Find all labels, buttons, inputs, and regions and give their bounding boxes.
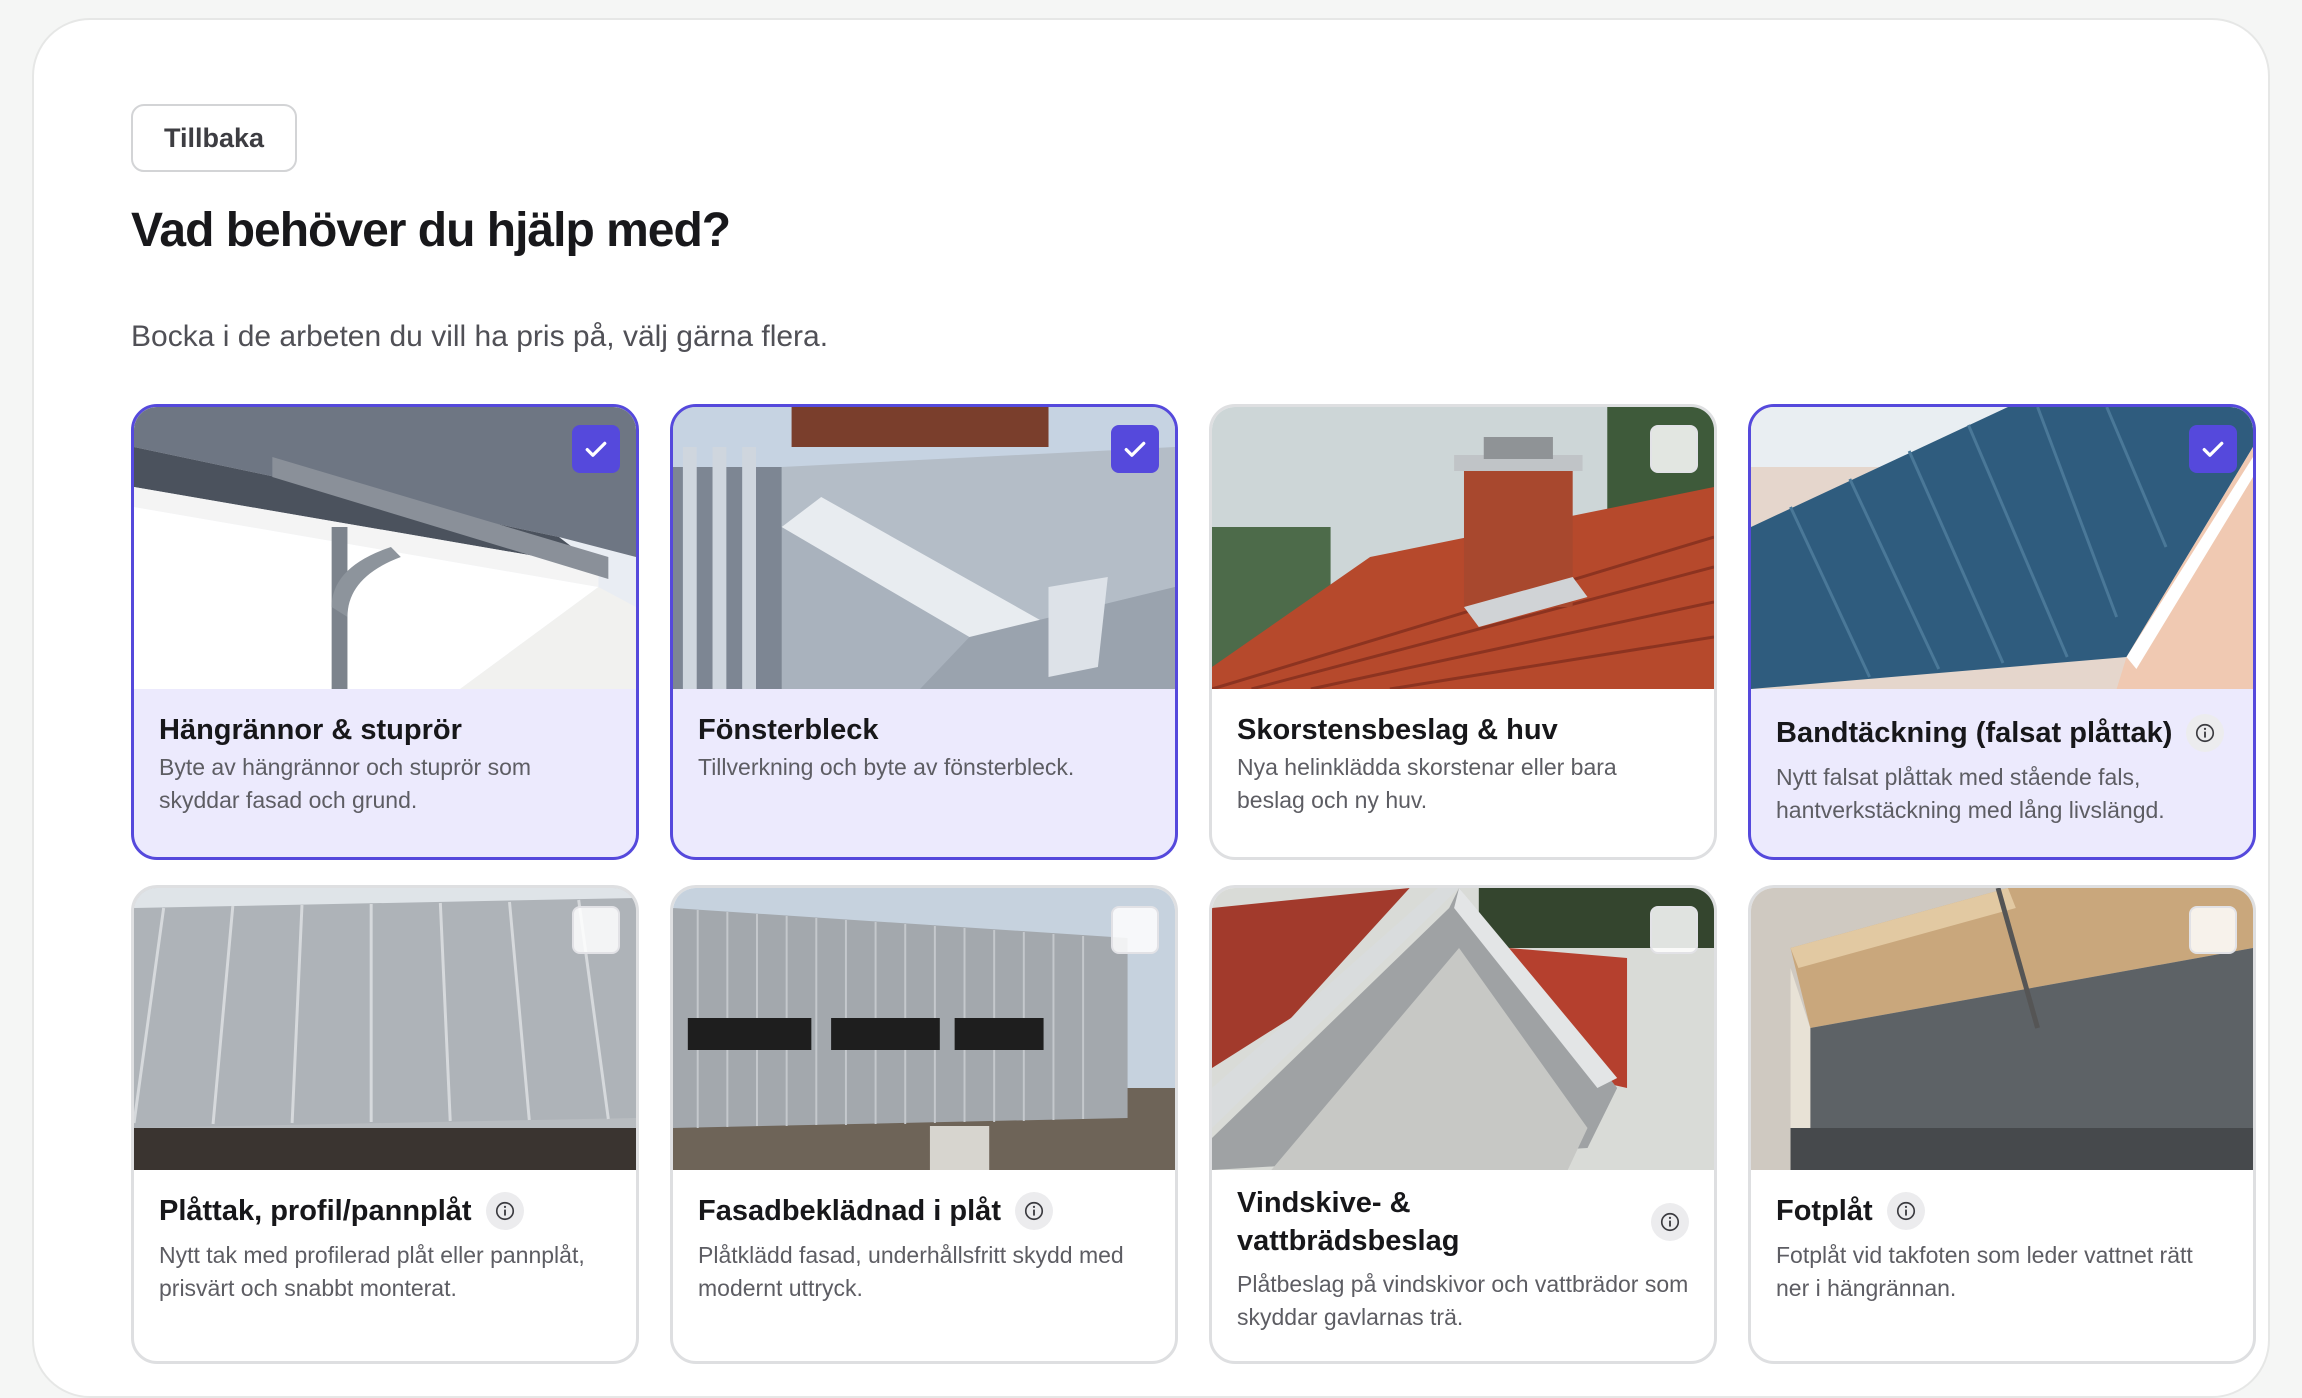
card-title-row: Fasadbeklädnad i plåt — [698, 1192, 1150, 1230]
checkbox[interactable] — [1650, 425, 1698, 473]
card-description: Byte av hängrännor och stuprör som skydd… — [159, 754, 532, 813]
card-description: Tillverkning och byte av fönsterbleck. — [698, 754, 1075, 780]
info-icon[interactable] — [1886, 1192, 1925, 1230]
card-title-row: Skorstensbeslag & huv — [1237, 711, 1689, 749]
card-title: Fasadbeklädnad i plåt — [698, 1195, 1001, 1227]
card-title: Bandtäckning (falsat plåttak) — [1776, 717, 2173, 749]
card-body: Plåttak, profil/pannplåt Nytt tak med pr… — [159, 1170, 611, 1361]
card-body: Vindskive- & vattbrädsbeslag Plåtbeslag … — [1237, 1170, 1689, 1361]
service-image-profiled-roof — [134, 888, 636, 1170]
checkbox[interactable] — [2189, 906, 2237, 954]
card-body: Fasadbeklädnad i plåt Plåtklädd fasad, u… — [698, 1170, 1150, 1361]
service-card-fonsterbleck[interactable]: Fönsterbleck Tillverkning och byte av fö… — [670, 404, 1178, 860]
card-body: Fönsterbleck Tillverkning och byte av fö… — [698, 689, 1150, 857]
main-panel: Tillbaka Vad behöver du hjälp med? Bocka… — [32, 18, 2270, 1398]
service-card-fasad[interactable]: Fasadbeklädnad i plåt Plåtklädd fasad, u… — [670, 885, 1178, 1364]
card-body: Hängrännor & stuprör Byte av hängrännor … — [159, 689, 611, 857]
service-card-bandtackning[interactable]: Bandtäckning (falsat plåttak) Nytt falsa… — [1748, 404, 2256, 860]
checkbox[interactable] — [572, 906, 620, 954]
page-subtitle: Bocka i de arbeten du vill ha pris på, v… — [131, 320, 829, 353]
card-description: Nya helinklädda skorstenar eller bara be… — [1237, 754, 1617, 813]
service-card-vindskive[interactable]: Vindskive- & vattbrädsbeslag Plåtbeslag … — [1209, 885, 1717, 1364]
service-card-skorsten[interactable]: Skorstensbeslag & huv Nya helinklädda sk… — [1209, 404, 1717, 860]
card-description: Nytt falsat plåttak med stående fals, ha… — [1776, 764, 2165, 823]
checkbox[interactable] — [572, 425, 620, 473]
checkbox[interactable] — [1111, 425, 1159, 473]
info-icon[interactable] — [1014, 1192, 1053, 1230]
service-image-metal-facade — [673, 888, 1175, 1170]
card-title: Skorstensbeslag & huv — [1237, 714, 1558, 746]
service-image-eave — [1751, 888, 2253, 1170]
card-description: Plåtbeslag på vindskivor och vattbrädor … — [1237, 1271, 1689, 1330]
service-card-hangrannor[interactable]: Hängrännor & stuprör Byte av hängrännor … — [131, 404, 639, 860]
card-body: Bandtäckning (falsat plåttak) Nytt falsa… — [1776, 689, 2228, 857]
checkbox[interactable] — [1650, 906, 1698, 954]
card-description: Fotplåt vid takfoten som leder vattnet r… — [1776, 1242, 2193, 1301]
service-image-window-sill — [673, 407, 1175, 689]
card-description: Nytt tak med profilerad plåt eller pannp… — [159, 1242, 585, 1301]
info-icon[interactable] — [1651, 1203, 1689, 1241]
back-button[interactable]: Tillbaka — [131, 104, 297, 172]
card-title: Hängrännor & stuprör — [159, 714, 462, 746]
card-title: Fönsterbleck — [698, 714, 879, 746]
card-title-row: Vindskive- & vattbrädsbeslag — [1237, 1184, 1689, 1260]
service-image-standing-seam — [1751, 407, 2253, 689]
card-title-row: Fotplåt — [1776, 1192, 2228, 1230]
card-body: Skorstensbeslag & huv Nya helinklädda sk… — [1237, 689, 1689, 857]
service-card-fotplat[interactable]: Fotplåt Fotplåt vid takfoten som leder v… — [1748, 885, 2256, 1364]
info-icon[interactable] — [485, 1192, 524, 1230]
card-description: Plåtklädd fasad, underhållsfritt skydd m… — [698, 1242, 1124, 1301]
card-title-row: Fönsterbleck — [698, 711, 1150, 749]
card-body: Fotplåt Fotplåt vid takfoten som leder v… — [1776, 1170, 2228, 1361]
card-title: Plåttak, profil/pannplåt — [159, 1195, 472, 1227]
service-grid: Hängrännor & stuprör Byte av hängrännor … — [131, 404, 2256, 1364]
service-image-chimney — [1212, 407, 1714, 689]
checkbox[interactable] — [1111, 906, 1159, 954]
page-title: Vad behöver du hjälp med? — [131, 204, 731, 257]
service-card-plattak-profil[interactable]: Plåttak, profil/pannplåt Nytt tak med pr… — [131, 885, 639, 1364]
service-image-gable — [1212, 888, 1714, 1170]
card-title: Fotplåt — [1776, 1195, 1873, 1227]
card-title-row: Plåttak, profil/pannplåt — [159, 1192, 611, 1230]
card-title-row: Hängrännor & stuprör — [159, 711, 611, 749]
service-image-gutter — [134, 407, 636, 689]
card-title-row: Bandtäckning (falsat plåttak) — [1776, 714, 2228, 752]
info-icon[interactable] — [2186, 714, 2225, 752]
card-title: Vindskive- & vattbrädsbeslag — [1237, 1187, 1460, 1257]
checkbox[interactable] — [2189, 425, 2237, 473]
